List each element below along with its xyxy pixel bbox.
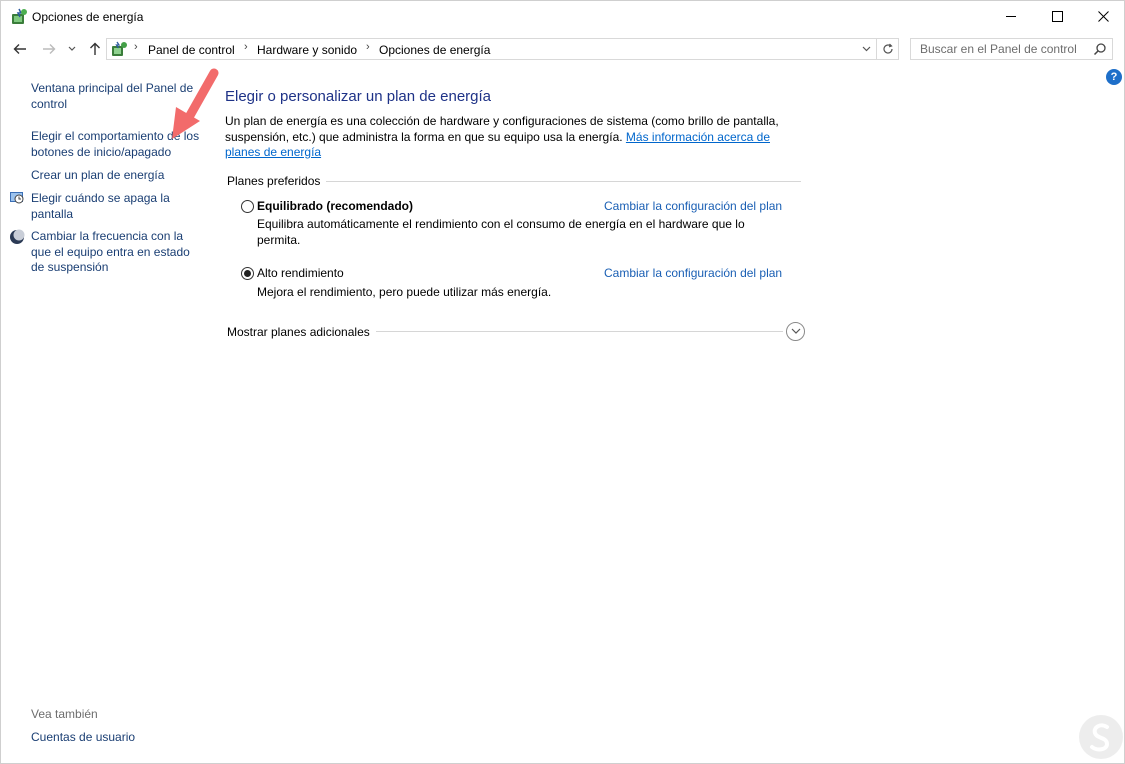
radio-balanced[interactable]	[241, 200, 254, 213]
up-button[interactable]	[85, 39, 105, 59]
refresh-button[interactable]	[877, 38, 899, 60]
refresh-icon	[882, 43, 893, 54]
display-timer-icon	[10, 192, 24, 204]
maximize-icon	[1051, 11, 1063, 22]
see-also-label: Vea también	[31, 707, 98, 721]
chevron-down-icon	[68, 46, 76, 51]
search-box	[910, 38, 1113, 60]
close-icon	[1097, 11, 1109, 22]
back-button[interactable]	[10, 39, 30, 59]
chevron-right-icon: ›	[244, 41, 248, 53]
change-plan-settings-balanced[interactable]: Cambiar la configuración del plan	[604, 199, 782, 213]
search-input[interactable]	[911, 39, 1089, 59]
control-panel-icon	[112, 41, 127, 56]
plan-name-high-performance[interactable]: Alto rendimiento	[257, 266, 344, 280]
change-plan-settings-high-performance[interactable]: Cambiar la configuración del plan	[604, 266, 782, 280]
intro-paragraph: Un plan de energía es una colección de h…	[225, 114, 805, 161]
search-icon[interactable]	[1093, 42, 1107, 56]
link-create-power-plan[interactable]: Crear un plan de energía	[31, 168, 201, 184]
expand-plans-button[interactable]	[786, 322, 805, 341]
arrow-up-icon	[90, 42, 100, 55]
annotation-arrow-icon	[172, 68, 219, 139]
show-additional-plans-label[interactable]: Mostrar planes adicionales	[227, 325, 376, 339]
link-display-off-time[interactable]: Elegir cuándo se apaga la pantalla	[31, 191, 191, 222]
chevron-down-icon	[862, 46, 870, 52]
recent-locations-button[interactable]	[65, 39, 79, 59]
plan-desc-high-performance: Mejora el rendimiento, pero puede utiliz…	[257, 285, 552, 299]
link-sleep-frequency[interactable]: Cambiar la frecuencia con la que el equi…	[31, 229, 196, 276]
plan-desc-balanced: Equilibra automáticamente el rendimiento…	[257, 217, 745, 247]
window: Opciones de energía › Panel de control ›…	[0, 0, 1125, 764]
page-title: Elegir o personalizar un plan de energía	[225, 88, 492, 105]
breadcrumb-power-options[interactable]: Opciones de energía	[379, 43, 490, 57]
watermark-logo-icon	[1079, 715, 1123, 759]
breadcrumb-control-panel[interactable]: Panel de control	[148, 43, 235, 57]
link-user-accounts[interactable]: Cuentas de usuario	[31, 730, 135, 746]
address-bar[interactable]: › Panel de control › Hardware y sonido ›…	[106, 38, 877, 60]
maximize-button[interactable]	[1034, 1, 1080, 32]
address-row: › Panel de control › Hardware y sonido ›…	[1, 32, 1124, 66]
help-button[interactable]: ?	[1106, 69, 1122, 85]
sleep-moon-icon	[10, 229, 25, 244]
arrow-left-icon	[13, 44, 26, 54]
chevron-right-icon: ›	[366, 41, 370, 53]
chevron-right-icon: ›	[134, 41, 138, 53]
chevron-down-icon	[791, 328, 800, 334]
close-button[interactable]	[1080, 1, 1125, 32]
window-title: Opciones de energía	[32, 10, 144, 24]
power-options-icon	[12, 8, 27, 24]
title-bar: Opciones de energía	[1, 1, 1124, 32]
minimize-button[interactable]	[988, 1, 1034, 32]
radio-high-performance[interactable]	[241, 267, 254, 280]
breadcrumb-hardware-sound[interactable]: Hardware y sonido	[257, 43, 357, 57]
minimize-icon	[1005, 16, 1016, 17]
address-dropdown-button[interactable]	[856, 38, 876, 60]
arrow-right-icon	[43, 44, 56, 54]
plan-name-balanced[interactable]: Equilibrado (recomendado)	[257, 199, 413, 213]
forward-button[interactable]	[39, 39, 59, 59]
preferred-plans-label: Planes preferidos	[227, 174, 327, 188]
